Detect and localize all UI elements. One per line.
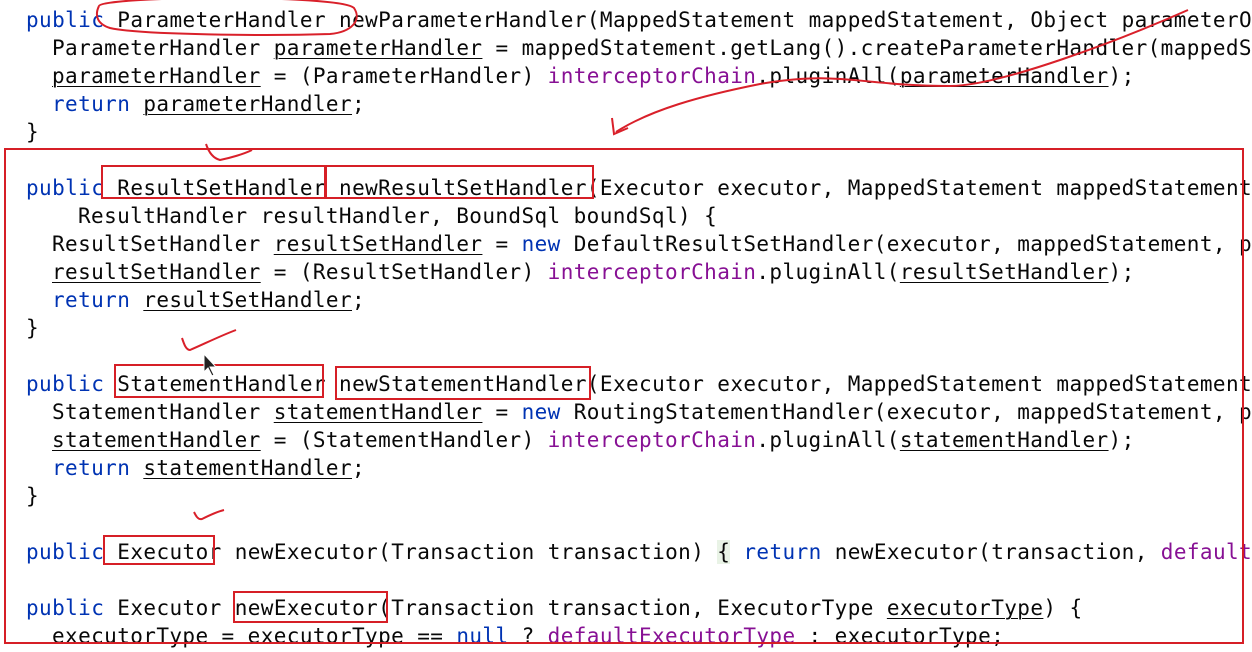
code-token: }: [26, 120, 40, 144]
code-line: StatementHandler statementHandler = new …: [52, 398, 1252, 426]
code-token: );: [1108, 260, 1135, 284]
code-line: parameterHandler = (ParameterHandler) in…: [52, 62, 1135, 90]
code-token: parameterHandler: [143, 92, 353, 116]
code-token: ) {: [1043, 596, 1083, 620]
code-line: public ParameterHandler newParameterHand…: [26, 6, 1252, 34]
code-token: statementHandler: [273, 400, 483, 424]
code-token: }: [26, 316, 40, 340]
code-token: : executorType;: [795, 624, 1005, 648]
code-token: resultSetHandler: [52, 260, 261, 284]
code-line: statementHandler = (StatementHandler) in…: [52, 426, 1135, 454]
code-token: ResultSetHandler: [52, 232, 274, 256]
code-token: public: [26, 596, 105, 620]
code-token: =: [482, 232, 522, 256]
code-line: ResultSetHandler resultSetHandler = new …: [52, 230, 1252, 258]
code-token: defaultExecutorType: [1160, 540, 1252, 564]
code-token: {: [717, 540, 731, 564]
code-token: public: [26, 176, 105, 200]
code-token: return: [52, 92, 131, 116]
code-token: resultSetHandler: [143, 288, 353, 312]
code-line: return resultSetHandler;: [52, 286, 365, 314]
code-line: executorType = executorType == null ? de…: [52, 622, 1004, 650]
code-token: = (StatementHandler): [260, 428, 548, 452]
code-line: return statementHandler;: [52, 454, 365, 482]
code-token: interceptorChain: [547, 260, 757, 284]
code-token: Executor newExecutor(Transaction transac…: [104, 596, 887, 620]
code-line: ParameterHandler parameterHandler = mapp…: [52, 34, 1252, 62]
code-token: statementHandler: [899, 428, 1109, 452]
code-token: RoutingStatementHandler(executor, mapped…: [573, 400, 1252, 424]
code-line: ResultHandler resultHandler, BoundSql bo…: [78, 202, 717, 230]
code-token: StatementHandler newStatementHandler(Exe…: [117, 372, 1252, 396]
code-line: public ResultSetHandler newResultSetHand…: [26, 174, 1252, 202]
code-token: return: [52, 456, 131, 480]
code-token: = (ParameterHandler): [260, 64, 548, 88]
code-token: ?: [508, 624, 548, 648]
code-token: resultSetHandler: [273, 232, 483, 256]
code-token: );: [1108, 64, 1135, 88]
code-token: parameterHandler: [899, 64, 1109, 88]
code-token: interceptorChain: [547, 428, 757, 452]
code-line: }: [26, 482, 39, 510]
code-token: newExecutor(transaction,: [821, 540, 1161, 564]
code-token: return: [52, 288, 131, 312]
code-line: resultSetHandler = (ResultSetHandler) in…: [52, 258, 1135, 286]
code-line: public Executor newExecutor(Transaction …: [26, 594, 1083, 622]
code-token: =: [482, 400, 522, 424]
code-token: .pluginAll(: [756, 260, 900, 284]
code-token: parameterHandler: [52, 64, 261, 88]
code-token: parameterHandler: [273, 36, 483, 60]
code-token: statementHandler: [52, 428, 261, 452]
code-token: StatementHandler: [52, 400, 274, 424]
code-token: new: [521, 232, 561, 256]
code-editor[interactable]: public ParameterHandler newParameterHand…: [0, 0, 1252, 652]
code-token: public: [26, 372, 105, 396]
code-token: statementHandler: [143, 456, 353, 480]
code-line: }: [26, 314, 39, 342]
code-line: return parameterHandler;: [52, 90, 365, 118]
code-token: Executor newExecutor(Transaction transac…: [104, 540, 718, 564]
code-token: ResultSetHandler newResultSetHandler(Exe…: [117, 176, 1252, 200]
code-token: }: [26, 484, 40, 508]
code-token: DefaultResultSetHandler(executor, mapped…: [573, 232, 1252, 256]
code-token: executorType: [886, 596, 1044, 620]
code-token: = (ResultSetHandler): [260, 260, 548, 284]
code-token: public: [26, 8, 105, 32]
code-token: defaultExecutorType: [547, 624, 796, 648]
code-token: ;: [352, 92, 366, 116]
code-token: .pluginAll(: [756, 428, 900, 452]
code-token: = mappedStatement.getLang().createParame…: [495, 36, 1252, 60]
code-token: resultSetHandler: [899, 260, 1109, 284]
code-token: ;: [352, 456, 366, 480]
code-line: }: [26, 118, 39, 146]
code-token: ParameterHandler newParameterHandler(Map…: [117, 8, 1252, 32]
code-line: public Executor newExecutor(Transaction …: [26, 538, 1252, 566]
code-token: );: [1108, 428, 1135, 452]
code-token: null: [456, 624, 509, 648]
code-token: ;: [352, 288, 366, 312]
code-line: public StatementHandler newStatementHand…: [26, 370, 1252, 398]
code-token: ResultHandler resultHandler, BoundSql bo…: [78, 204, 718, 228]
code-token: executorType = executorType ==: [52, 624, 457, 648]
code-token: .pluginAll(: [756, 64, 900, 88]
code-token: new: [521, 400, 561, 424]
code-token: ParameterHandler: [52, 36, 274, 60]
code-token: public: [26, 540, 105, 564]
code-token: interceptorChain: [547, 64, 757, 88]
code-token: return: [743, 540, 822, 564]
